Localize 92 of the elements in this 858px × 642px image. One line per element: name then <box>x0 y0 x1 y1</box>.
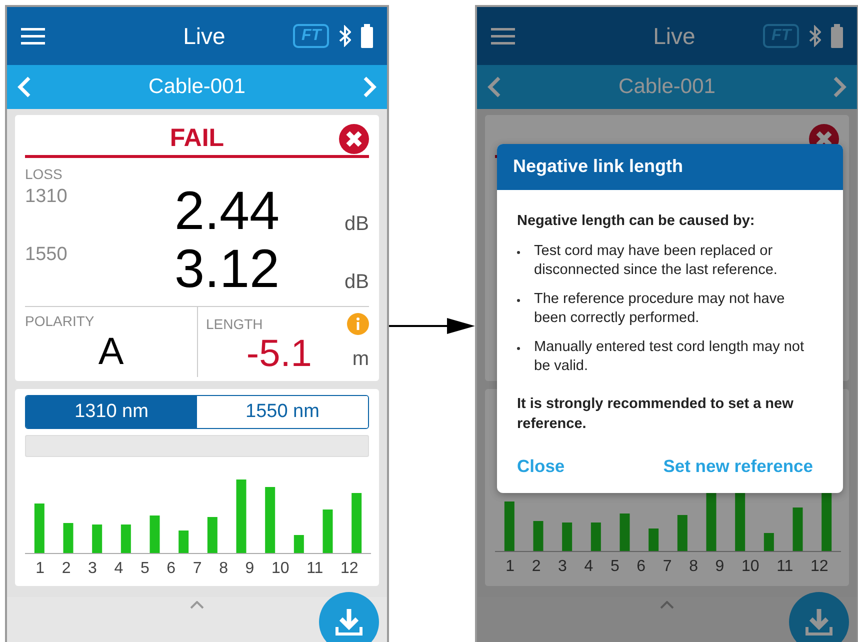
bluetooth-icon <box>339 25 351 47</box>
close-button[interactable]: Close <box>517 456 565 478</box>
wavelength-label: 1550 <box>25 243 68 266</box>
previous-icon[interactable] <box>17 76 31 98</box>
fiber-bar <box>265 487 276 553</box>
download-icon <box>334 607 364 637</box>
fiber-number: 3 <box>558 558 567 576</box>
loss-value: 3.12 <box>173 242 281 296</box>
menu-icon[interactable] <box>21 27 45 45</box>
next-icon[interactable] <box>363 76 377 98</box>
length-label: LENGTH <box>206 316 263 332</box>
fiber-number: 12 <box>340 560 358 578</box>
download-button[interactable] <box>789 592 849 642</box>
loss-unit: dB <box>344 213 369 237</box>
set-reference-button[interactable]: Set new reference <box>663 456 813 478</box>
wavelength-label: 1310 <box>25 185 68 208</box>
fiber-bar <box>207 517 218 553</box>
fiber-number: 4 <box>114 560 124 578</box>
bluetooth-icon <box>809 25 821 47</box>
fiber-number: 3 <box>88 560 97 578</box>
dialog-title: Negative link length <box>497 144 843 190</box>
fiber-bar <box>34 504 44 553</box>
fiber-number: 11 <box>306 560 324 578</box>
bullet-icon <box>517 346 520 350</box>
battery-icon <box>361 24 373 48</box>
fiber-bar <box>504 502 514 551</box>
fiber-bar <box>294 535 304 553</box>
polarity-value: A <box>97 333 125 371</box>
fiber-number: 4 <box>584 558 594 576</box>
fiber-number: 6 <box>166 560 176 578</box>
fiber-bar <box>92 524 102 553</box>
bullet-icon <box>517 298 520 302</box>
fiber-number: 1 <box>506 558 515 576</box>
fiber-bar <box>352 493 362 553</box>
previous-icon[interactable] <box>487 76 501 98</box>
fiber-bar <box>322 510 333 553</box>
length-value: -5.1 <box>245 335 313 373</box>
fiber-bar <box>533 521 544 551</box>
fiber-bar <box>620 514 630 551</box>
fiber-number: 7 <box>192 560 202 578</box>
fiber-bar <box>150 516 160 553</box>
fiber-number: 6 <box>636 558 646 576</box>
fiber-number: 5 <box>140 560 150 578</box>
loss-label: LOSS <box>25 166 64 182</box>
fiber-number: 8 <box>689 558 698 576</box>
fiber-bar <box>120 524 131 553</box>
expand-icon[interactable] <box>190 601 204 609</box>
screen-title: Live <box>652 22 696 50</box>
fiber-bar <box>822 491 832 551</box>
ft-badge[interactable]: FT <box>293 24 329 48</box>
info-icon[interactable] <box>347 313 369 335</box>
menu-icon[interactable] <box>491 27 515 45</box>
loss-unit: dB <box>344 271 369 295</box>
fiber-number: 1 <box>36 560 45 578</box>
fiber-bar <box>178 530 189 553</box>
fiber-number: 7 <box>662 558 672 576</box>
next-icon[interactable] <box>833 76 847 98</box>
fiber-bar <box>792 508 803 551</box>
fiber-number: 5 <box>610 558 620 576</box>
cable-name: Cable-001 <box>148 75 246 99</box>
wavelength-tab[interactable]: 1310 nm <box>26 396 197 428</box>
fiber-bar <box>562 522 572 551</box>
expand-icon[interactable] <box>660 601 674 609</box>
dialog-bullet-text: Manually entered test cord length may not be valid. <box>534 338 806 376</box>
fiber-bar <box>590 522 601 551</box>
dialog-intro: Negative length can be caused by: <box>517 212 756 231</box>
length-unit: m <box>352 348 369 372</box>
bullet-icon <box>517 250 520 254</box>
fiber-number: 9 <box>715 558 724 576</box>
fiber-number: 10 <box>741 558 760 576</box>
screen-title: Live <box>182 22 226 50</box>
fiber-number: 10 <box>271 560 290 578</box>
fiber-number: 11 <box>776 558 794 576</box>
cable-name: Cable-001 <box>618 75 716 99</box>
download-button[interactable] <box>319 592 379 642</box>
fiber-number: 12 <box>810 558 828 576</box>
fiber-number: 2 <box>532 558 541 576</box>
dialog-bullet-text: Test cord may have been replaced or disconnected since the last reference. <box>534 242 778 280</box>
battery-icon <box>831 24 843 48</box>
polarity-label: POLARITY <box>25 313 96 329</box>
download-icon <box>804 607 834 637</box>
result-status: FAIL <box>170 124 224 152</box>
fiber-number: 8 <box>219 560 228 578</box>
fiber-bar <box>648 528 659 551</box>
fiber-number: 2 <box>62 560 71 578</box>
loss-value: 2.44 <box>173 184 281 238</box>
dialog-bullet-text: The reference procedure may not have been correctly performed. <box>534 290 786 328</box>
fiber-number: 9 <box>245 560 254 578</box>
dialog-recommendation: It is strongly recommended to set a new reference. <box>517 394 794 434</box>
fiber-bar <box>764 533 774 551</box>
fiber-bar <box>63 523 74 553</box>
fiber-bar <box>677 515 688 551</box>
